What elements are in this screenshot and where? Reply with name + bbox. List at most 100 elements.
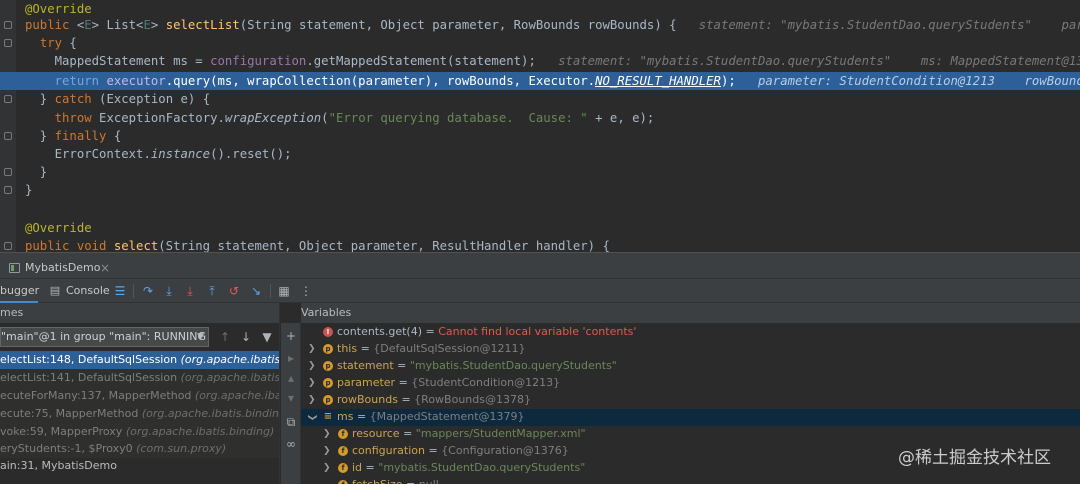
code-text: try { [39,36,77,51]
chevron-right-icon[interactable]: ❯ [323,443,331,460]
evaluate-expression-icon[interactable]: ▦ [275,282,293,300]
frame-item[interactable]: electList:141, DefaultSqlSession (org.ap… [0,369,279,387]
thread-selector[interactable]: "main"@1 in group "main": RUNNING ▼ [0,327,209,347]
remove-watch-icon[interactable]: ▸ [283,350,299,366]
inline-debug-hint: statement: "mybatis.StudentDao.queryStud… [558,54,1080,69]
console-icon: ▤ [49,284,61,297]
fold-marker-icon[interactable] [4,242,12,250]
code-text: throw ExceptionFactory.wrapException("Er… [54,110,655,125]
variable-text: resource = "mappers/StudentMapper.xml" [352,427,586,440]
field-icon: f [338,446,348,456]
frame-item[interactable]: voke:59, MapperProxy (org.apache.ibatis.… [0,423,279,441]
variable-row-selected[interactable]: ❯ ≡ ms = {MappedStatement@1379} [301,409,1080,426]
chevron-right-icon[interactable]: ❯ [323,426,331,443]
variable-text: statement = "mybatis.StudentDao.queryStu… [337,359,617,372]
frame-item[interactable]: ecute:75, MapperMethod (org.apache.ibati… [0,405,279,423]
step-out-icon[interactable]: ⤒ [203,282,221,300]
variable-row[interactable]: ❯ p this = {DefaultSqlSession@1211} [301,341,1080,358]
code-text: public <E> List<E> selectList(String sta… [25,16,1080,34]
frame-item[interactable]: ecuteForMany:137, MapperMethod (org.apac… [0,387,279,405]
run-config-name[interactable]: MybatisDemo [25,257,101,279]
force-step-into-icon[interactable]: ⤓ [181,282,199,300]
more-options-icon[interactable]: ⋮ [297,282,315,300]
chevron-right-icon[interactable]: ❯ [323,460,331,477]
fold-marker-icon[interactable] [4,168,12,177]
watermark: @稀土掘金技术社区 [898,448,1051,468]
frames-header: mes [0,303,279,323]
error-icon: ! [323,327,333,337]
add-watch-icon[interactable]: + [283,328,299,344]
chevron-right-icon[interactable]: ❯ [308,341,316,358]
show-watches-icon[interactable]: ∞ [283,436,299,452]
variable-row[interactable]: ! contents.get(4) = Cannot find local va… [301,324,1080,341]
copy-icon[interactable]: ⧉ [283,414,299,430]
run-to-cursor-icon[interactable]: ↘ [247,282,265,300]
parameter-icon: p [323,361,333,371]
field-icon: f [338,429,348,439]
arrow-up-icon[interactable]: ↑ [217,329,233,345]
tab-console[interactable]: Console [66,279,110,303]
variable-row[interactable]: f fetchSize = null [301,477,1080,484]
parameter-icon: p [323,378,333,388]
variable-text: this = {DefaultSqlSession@1211} [337,342,526,355]
toolbar-separator [133,284,134,298]
fold-marker-icon[interactable] [4,131,12,140]
toolbar-separator [270,284,271,298]
code-editor[interactable]: @Override public <E> List<E> selectList(… [0,0,1080,252]
fold-marker-icon[interactable] [4,39,12,48]
variable-text: fetchSize = null [352,477,439,484]
variables-header-label: Variables [301,306,352,319]
variable-text: id = "mybatis.StudentDao.queryStudents" [352,461,586,474]
code-text: } [25,183,33,198]
move-up-icon[interactable]: ▴ [283,370,299,386]
thread-selector-value: "main"@1 in group "main": RUNNING [1,330,207,343]
fold-marker-icon[interactable] [4,95,12,104]
run-config-icon [9,263,20,273]
fold-marker-icon[interactable] [4,186,12,195]
code-line: public <E> List<E> selectList(String sta… [0,16,1080,34]
layout-menu-icon[interactable]: ☰ [111,282,129,300]
variable-text: contents.get(4) = Cannot find local vari… [337,325,637,338]
chevron-down-icon: ▼ [197,332,204,342]
variable-row[interactable]: ❯ f resource = "mappers/StudentMapper.xm… [301,426,1080,443]
inline-debug-hint: statement: "mybatis.StudentDao.queryStud… [698,18,1080,32]
debug-run-title-bar: MybatisDemo × [0,257,1080,279]
code-text: public void select(String statement, Obj… [25,239,610,252]
code-text: return executor.query(ms, wrapCollection… [25,72,1080,90]
variable-row[interactable]: ❯ p rowBounds = {RowBounds@1378} [301,392,1080,409]
close-tab-icon[interactable]: × [100,257,110,279]
variable-text: parameter = {StudentCondition@1213} [337,376,561,389]
chevron-right-icon[interactable]: ❯ [308,392,316,409]
filter-icon[interactable]: ▼ [259,329,275,345]
fold-marker-icon[interactable] [4,21,12,29]
code-line: ErrorContext.instance().reset(); [0,145,1080,163]
code-line: @Override [0,219,1080,237]
code-line: } catch (Exception e) { [0,90,1080,108]
variable-row[interactable]: ❯ p statement = "mybatis.StudentDao.quer… [301,358,1080,375]
code-text: } finally { [25,128,122,143]
step-into-icon[interactable]: ⤓ [160,282,178,300]
chevron-down-icon[interactable]: ❯ [303,414,320,422]
frame-item[interactable]: eryStudents:-1, $Proxy0 (com.sun.proxy) [0,440,279,458]
tab-debugger[interactable]: bugger [0,279,39,303]
move-down-icon[interactable]: ▾ [283,390,299,406]
field-icon: f [338,480,348,484]
chevron-right-icon[interactable]: ❯ [308,358,316,375]
code-text: @Override [25,221,92,235]
arrow-down-icon[interactable]: ↓ [238,329,254,345]
frame-item[interactable]: electList:148, DefaultSqlSession (org.ap… [0,351,279,369]
frame-item[interactable]: ain:31, MybatisDemo [0,457,279,475]
variable-text: ms = {MappedStatement@1379} [337,410,525,423]
code-text: MappedStatement ms = configuration.getMa… [25,52,1080,70]
current-execution-line: return executor.query(ms, wrapCollection… [0,71,1080,90]
code-text: ErrorContext.instance().reset(); [25,147,292,161]
drop-frame-icon[interactable]: ↺ [225,282,243,300]
inline-debug-hint: parameter: StudentCondition@1213 rowBoun… [757,73,1080,88]
step-over-icon[interactable]: ↷ [139,282,157,300]
code-line: } [0,163,1080,181]
chevron-right-icon[interactable]: ❯ [308,375,316,392]
variables-header: Variables [301,303,1080,323]
code-text: } [25,165,48,180]
variable-row[interactable]: ❯ p parameter = {StudentCondition@1213} [301,375,1080,392]
code-line: } finally { [0,127,1080,145]
